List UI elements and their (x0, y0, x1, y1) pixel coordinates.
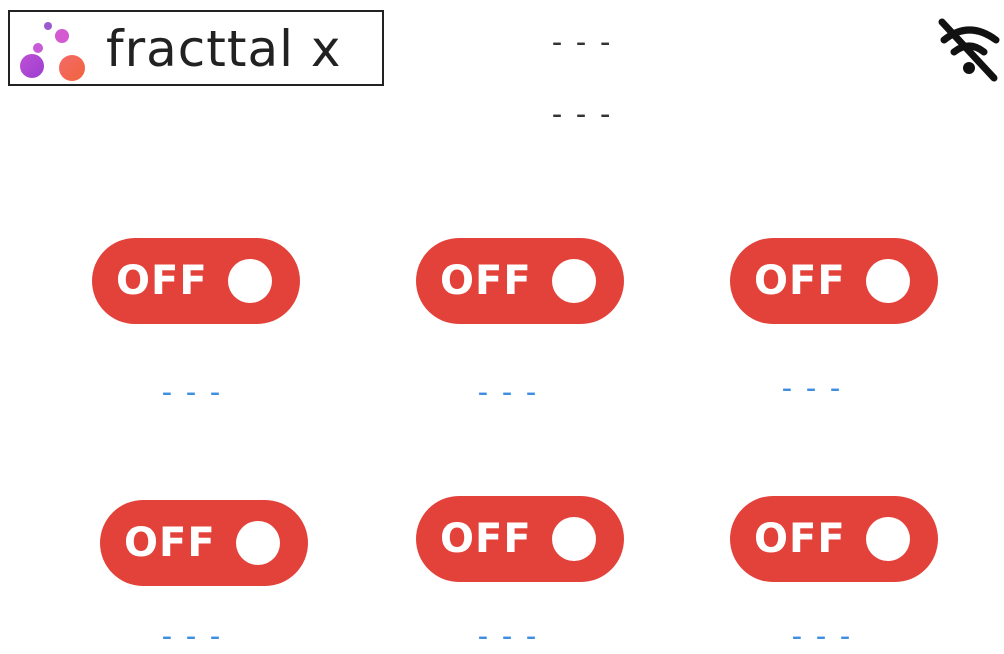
switch-value-2: --- (473, 375, 547, 410)
brand-logo: fracttal x (8, 10, 384, 86)
toggle-state-label: OFF (754, 516, 846, 562)
switch-value-5: --- (473, 619, 547, 654)
logo-dots-icon (20, 22, 85, 81)
toggle-knob (866, 517, 910, 561)
toggle-state-label: OFF (440, 258, 532, 304)
switch-value-1: --- (157, 375, 231, 410)
toggle-state-label: OFF (440, 516, 532, 562)
switch-value-6: --- (787, 619, 861, 654)
toggle-knob (236, 521, 280, 565)
toggle-state-label: OFF (116, 258, 208, 304)
status-line-secondary: --- (548, 97, 621, 132)
toggle-state-label: OFF (754, 258, 846, 304)
toggle-state-label: OFF (124, 520, 216, 566)
toggle-switch-1[interactable]: OFF (92, 238, 300, 324)
toggle-knob (552, 259, 596, 303)
switch-value-3: --- (777, 371, 851, 406)
toggle-switch-5[interactable]: OFF (416, 496, 624, 582)
toggle-switch-6[interactable]: OFF (730, 496, 938, 582)
switch-value-4: --- (157, 619, 231, 654)
status-line-primary: --- (548, 25, 621, 60)
toggle-switch-4[interactable]: OFF (100, 500, 308, 586)
toggle-knob (228, 259, 272, 303)
logo-text: fracttal x (106, 20, 342, 78)
toggle-knob (866, 259, 910, 303)
toggle-switch-3[interactable]: OFF (730, 238, 938, 324)
toggle-switch-2[interactable]: OFF (416, 238, 624, 324)
wifi-off-icon (938, 18, 1000, 82)
toggle-knob (552, 517, 596, 561)
